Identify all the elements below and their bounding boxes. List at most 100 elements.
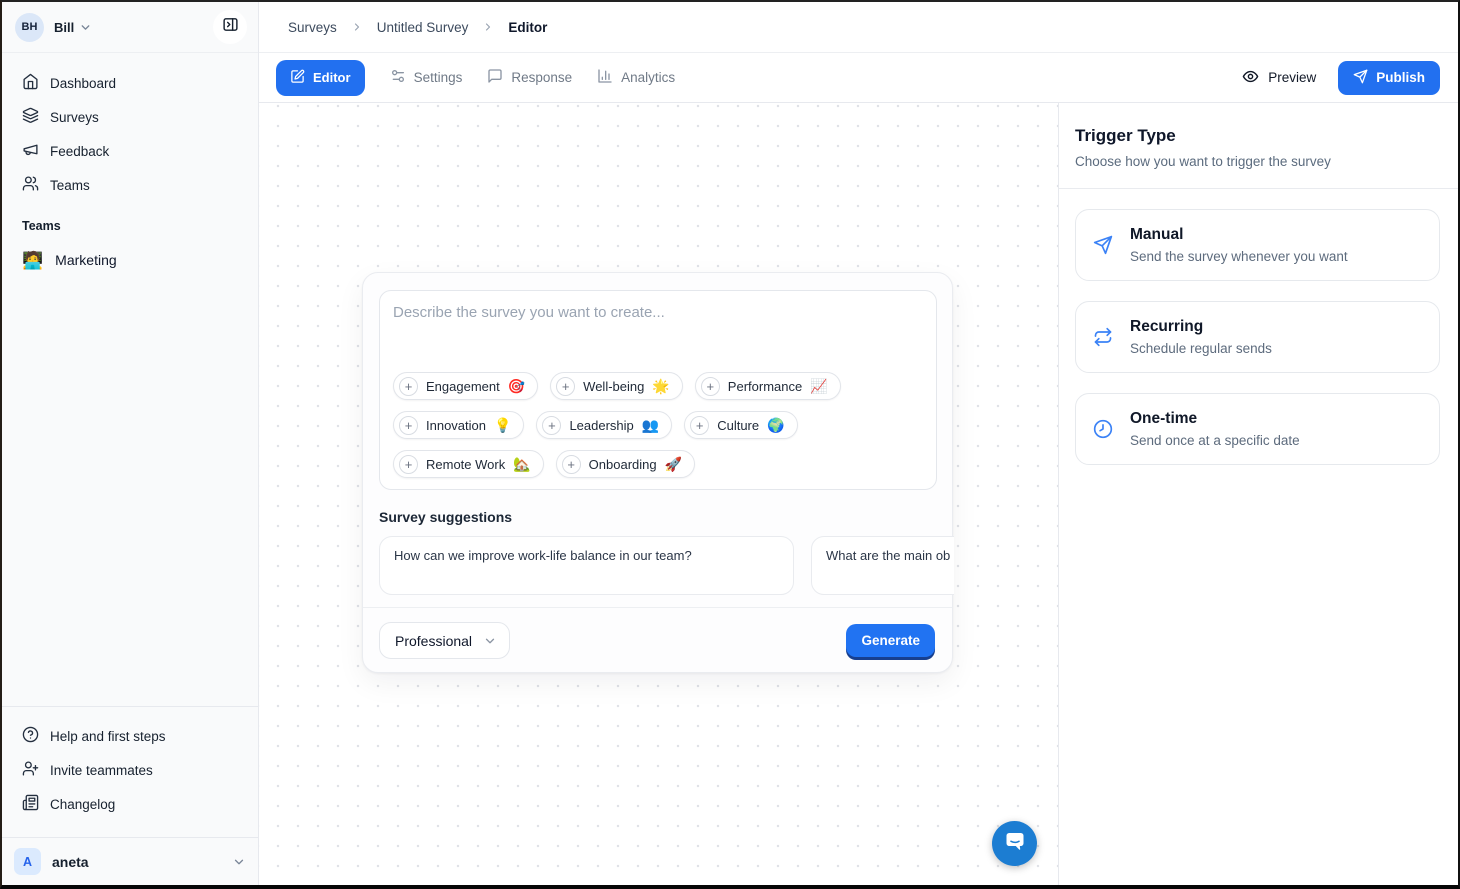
- account-avatar: A: [14, 848, 41, 875]
- generate-button[interactable]: Generate: [846, 624, 935, 657]
- breadcrumb-editor: Editor: [508, 20, 547, 35]
- sliders-icon: [390, 68, 406, 87]
- topic-chip-culture[interactable]: + Culture 🌍: [684, 411, 797, 439]
- breadcrumb-surveys[interactable]: Surveys: [288, 20, 337, 35]
- trigger-option-recurring[interactable]: Recurring Schedule regular sends: [1075, 301, 1440, 373]
- chat-launcher-button[interactable]: [992, 821, 1037, 866]
- tone-select[interactable]: Professional: [379, 622, 510, 659]
- publish-button[interactable]: Publish: [1338, 61, 1440, 95]
- trigger-option-title: Manual: [1130, 226, 1348, 244]
- suggestion-card[interactable]: How can we improve work-life balance in …: [379, 536, 794, 595]
- trigger-option-title: Recurring: [1130, 318, 1272, 336]
- sidebar-nav: Dashboard Surveys Feedback Teams Teams 🧑…: [2, 53, 258, 278]
- trigger-option-one-time[interactable]: One-time Send once at a specific date: [1075, 393, 1440, 465]
- breadcrumb-untitled-survey[interactable]: Untitled Survey: [377, 20, 469, 35]
- tab-response[interactable]: Response: [487, 68, 572, 87]
- topic-chip-onboarding[interactable]: +Onboarding🚀: [556, 450, 695, 478]
- plus-icon: +: [399, 416, 418, 435]
- prompt-box: +Engagement🎯 +Well-being🌟 +Performance📈 …: [379, 290, 937, 490]
- trigger-option-title: One-time: [1130, 410, 1300, 428]
- sidebar-item-label: Feedback: [50, 144, 109, 159]
- chevron-down-icon: [483, 634, 497, 648]
- plus-icon: +: [542, 416, 561, 435]
- breadcrumb: Surveys Untitled Survey Editor: [259, 2, 1458, 53]
- chip-label: Performance: [728, 379, 802, 394]
- chip-label: Onboarding: [589, 457, 657, 472]
- teams-section-label: Teams: [22, 219, 238, 233]
- sidebar-item-changelog[interactable]: Changelog: [14, 787, 246, 821]
- workspace-avatar: BH: [15, 13, 44, 42]
- suggestions-label: Survey suggestions: [379, 509, 935, 525]
- tab-label: Settings: [414, 70, 463, 85]
- globe-emoji-icon: 🌍: [767, 418, 784, 432]
- user-plus-icon: [22, 760, 39, 780]
- send-icon: [1353, 69, 1368, 87]
- sidebar-item-label: Changelog: [50, 797, 115, 812]
- sidebar-item-invite[interactable]: Invite teammates: [14, 753, 246, 787]
- editor-toolbar: Editor Settings Response Analytics Previ…: [259, 53, 1458, 103]
- plus-icon: +: [399, 455, 418, 474]
- sidebar-collapse-button[interactable]: [213, 10, 247, 44]
- preview-button[interactable]: Preview: [1242, 68, 1316, 88]
- chip-label: Engagement: [426, 379, 500, 394]
- suggestion-card[interactable]: What are the main ob: [811, 536, 954, 595]
- topic-chip-remote-work[interactable]: + Remote Work 🏡: [393, 450, 544, 478]
- clock-icon: [1076, 419, 1130, 439]
- trigger-type-panel: Trigger Type Choose how you want to trig…: [1058, 103, 1458, 885]
- plus-icon: +: [562, 455, 581, 474]
- house-emoji-icon: 🏡: [513, 457, 530, 471]
- chevron-right-icon: [482, 21, 494, 33]
- topic-chip-well-being[interactable]: +Well-being🌟: [550, 372, 683, 400]
- chip-label: Well-being: [583, 379, 644, 394]
- survey-prompt-input[interactable]: [393, 304, 923, 372]
- tab-settings[interactable]: Settings: [390, 68, 463, 87]
- trigger-option-manual[interactable]: Manual Send the survey whenever you want: [1075, 209, 1440, 281]
- topic-chip-innovation[interactable]: + Innovation 💡: [393, 411, 524, 439]
- chat-bubble-icon: [1003, 829, 1027, 858]
- tab-editor[interactable]: Editor: [276, 60, 365, 96]
- panel-subtitle: Choose how you want to trigger the surve…: [1075, 154, 1438, 169]
- sidebar-item-label: Surveys: [50, 110, 99, 125]
- sidebar-item-label: Dashboard: [50, 76, 116, 91]
- panel-title: Trigger Type: [1075, 126, 1438, 146]
- sidebar-item-dashboard[interactable]: Dashboard: [14, 66, 246, 100]
- sidebar-item-teams[interactable]: Teams: [14, 168, 246, 202]
- survey-generator-card: +Engagement🎯 +Well-being🌟 +Performance📈 …: [362, 272, 953, 673]
- account-menu[interactable]: A aneta: [2, 837, 258, 885]
- chart-emoji-icon: 📈: [810, 379, 827, 393]
- topic-chip-leadership[interactable]: + Leadership 👥: [536, 411, 672, 439]
- message-square-icon: [487, 68, 503, 87]
- people-emoji-icon: 👥: [642, 418, 659, 432]
- layers-icon: [22, 107, 39, 127]
- newspaper-icon: [22, 794, 39, 814]
- generator-footer: Professional Generate: [363, 607, 952, 672]
- workspace-switcher[interactable]: BH Bill: [2, 2, 258, 53]
- sidebar-item-feedback[interactable]: Feedback: [14, 134, 246, 168]
- suggestions-row: How can we improve work-life balance in …: [379, 536, 954, 595]
- technologist-emoji-icon: 🧑‍💻: [22, 252, 43, 269]
- sidebar-item-help[interactable]: Help and first steps: [14, 719, 246, 753]
- chip-label: Leadership: [569, 418, 633, 433]
- sidebar-item-team-marketing[interactable]: 🧑‍💻 Marketing: [14, 242, 246, 278]
- chip-label: Remote Work: [426, 457, 505, 472]
- sidebar-item-surveys[interactable]: Surveys: [14, 100, 246, 134]
- edit-icon: [290, 69, 305, 87]
- plus-icon: +: [556, 377, 575, 396]
- workspace-name: Bill: [54, 20, 74, 35]
- topic-chip-performance[interactable]: + Performance 📈: [695, 372, 841, 400]
- bar-chart-icon: [597, 68, 613, 87]
- sidebar-spacer: [2, 278, 258, 706]
- trigger-option-description: Send once at a specific date: [1130, 433, 1300, 448]
- survey-canvas[interactable]: +Engagement🎯 +Well-being🌟 +Performance📈 …: [259, 103, 1058, 885]
- topic-chip-engagement[interactable]: +Engagement🎯: [393, 372, 538, 400]
- chip-label: Culture: [717, 418, 759, 433]
- bulb-emoji-icon: 💡: [494, 418, 511, 432]
- plus-icon: +: [701, 377, 720, 396]
- plus-icon: +: [690, 416, 709, 435]
- repeat-icon: [1076, 327, 1130, 347]
- tab-analytics[interactable]: Analytics: [597, 68, 675, 87]
- eye-icon: [1242, 68, 1259, 88]
- dart-emoji-icon: 🎯: [508, 379, 525, 393]
- chip-label: Innovation: [426, 418, 486, 433]
- trigger-options: Manual Send the survey whenever you want…: [1059, 189, 1458, 485]
